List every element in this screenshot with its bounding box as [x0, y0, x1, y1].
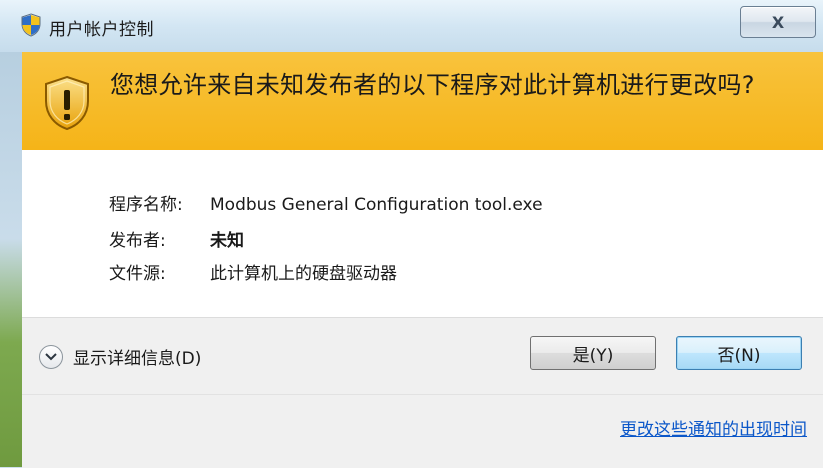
yes-button[interactable]: 是(Y)	[530, 336, 656, 370]
publisher-value: 未知	[210, 231, 244, 251]
uac-shield-icon	[21, 13, 41, 37]
publisher-label: 发布者:	[109, 231, 166, 251]
program-name-row: 程序名称: Modbus General Configuration tool.e…	[109, 190, 543, 215]
footer-bar: 更改这些通知的出现时间	[22, 394, 823, 468]
program-details: 程序名称: Modbus General Configuration tool.e…	[22, 150, 823, 317]
program-name-label: 程序名称:	[109, 195, 183, 215]
close-icon: X	[771, 12, 785, 32]
window-frame-left	[0, 52, 22, 467]
program-name-value: Modbus General Configuration tool.exe	[210, 195, 543, 215]
file-source-label: 文件源:	[109, 264, 166, 284]
chevron-down-icon[interactable]	[39, 344, 63, 369]
show-details-toggle[interactable]: 显示详细信息(D)	[39, 344, 201, 369]
change-notification-settings-link[interactable]: 更改这些通知的出现时间	[620, 415, 807, 440]
warning-banner: 您想允许来自未知发布者的以下程序对此计算机进行更改吗?	[22, 52, 823, 150]
close-button[interactable]: X	[740, 6, 816, 38]
uac-question: 您想允许来自未知发布者的以下程序对此计算机进行更改吗?	[110, 71, 755, 99]
warning-shield-icon	[45, 75, 89, 131]
window-title: 用户帐户控制	[49, 20, 154, 40]
file-source-row: 文件源: 此计算机上的硬盘驱动器	[109, 259, 397, 284]
publisher-row: 发布者: 未知	[109, 226, 244, 251]
title-bar[interactable]: 用户帐户控制 X	[0, 0, 823, 52]
no-button[interactable]: 否(N)	[676, 336, 802, 370]
show-details-label[interactable]: 显示详细信息(D)	[73, 344, 201, 369]
file-source-value: 此计算机上的硬盘驱动器	[210, 264, 397, 284]
button-bar: 显示详细信息(D) 是(Y) 否(N)	[22, 317, 823, 394]
